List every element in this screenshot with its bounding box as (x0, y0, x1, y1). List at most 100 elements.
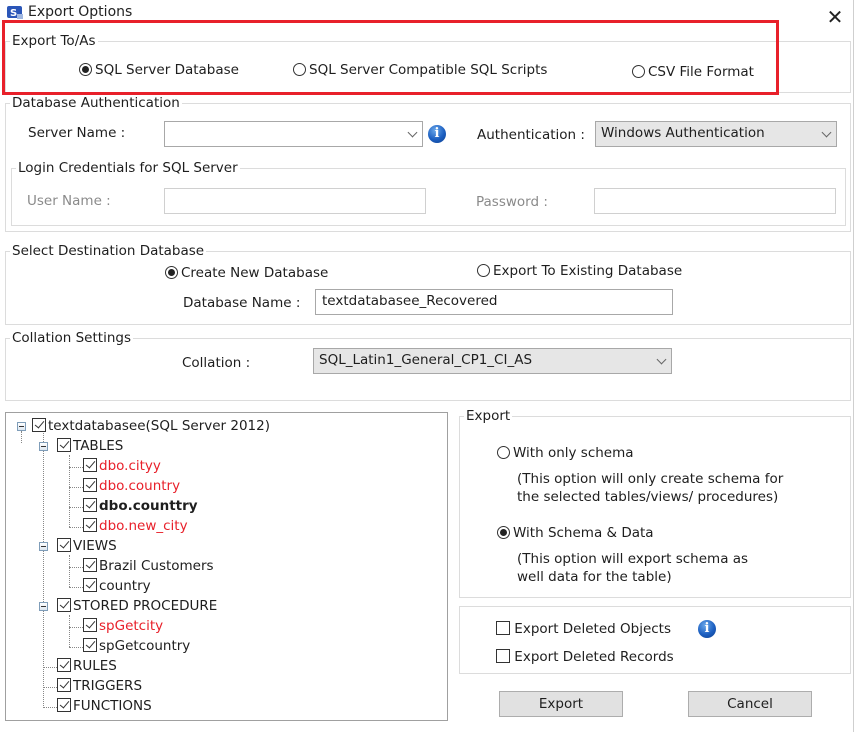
tree-node-label: dbo.cityy (99, 458, 161, 474)
radio-indicator[interactable] (477, 264, 490, 277)
radio-export-existing-database[interactable]: Export To Existing Database (477, 263, 682, 279)
checkbox[interactable] (83, 638, 97, 652)
info-icon[interactable]: i (698, 620, 716, 638)
radio-label: Export To Existing Database (493, 263, 683, 279)
radio-sql-scripts[interactable]: SQL Server Compatible SQL Scripts (293, 62, 547, 78)
tree-node-label: spGetcity (99, 618, 164, 634)
tree-item[interactable]: dbo.country (83, 477, 180, 495)
info-icon[interactable]: i (428, 125, 446, 143)
radio-only-schema[interactable]: With only schema (497, 445, 634, 461)
tree-node-label: dbo.country (99, 478, 181, 494)
tree-item[interactable]: Brazil Customers (83, 557, 214, 575)
checkbox[interactable] (57, 438, 71, 452)
export-deleted-objects-checkbox[interactable]: Export Deleted Objects (496, 621, 671, 637)
tree-group-triggers[interactable]: TRIGGERS (57, 677, 142, 695)
tree-node-label: country (99, 578, 151, 594)
tree-root[interactable]: textdatabasee(SQL Server 2012) (32, 417, 270, 435)
checkbox[interactable] (83, 498, 97, 512)
collation-legend: Collation Settings (12, 330, 131, 346)
tree-group-stored-procedure[interactable]: STORED PROCEDURE (57, 597, 217, 615)
checkbox[interactable] (83, 558, 97, 572)
tree-connector (69, 615, 70, 647)
close-button[interactable]: ✕ (822, 4, 848, 30)
tree-node-label: RULES (73, 658, 117, 674)
chevron-down-icon (656, 354, 667, 365)
authentication-value: Windows Authentication (601, 125, 765, 141)
checkbox[interactable] (496, 621, 510, 635)
radio-indicator[interactable] (632, 65, 645, 78)
radio-indicator[interactable] (165, 266, 178, 279)
radio-indicator[interactable] (79, 63, 92, 76)
checkbox[interactable] (83, 478, 97, 492)
destination-legend: Select Destination Database (12, 243, 205, 259)
server-name-combo[interactable] (164, 121, 423, 147)
radio-sql-server-database[interactable]: SQL Server Database (79, 62, 239, 78)
checkbox[interactable] (57, 698, 71, 712)
radio-schema-and-data[interactable]: With Schema & Data (497, 525, 654, 541)
tree-item[interactable]: country (83, 577, 151, 595)
checkbox[interactable] (83, 578, 97, 592)
radio-indicator[interactable] (293, 63, 306, 76)
tree-node-label: STORED PROCEDURE (73, 598, 218, 614)
tree-group-tables[interactable]: TABLES (57, 437, 123, 455)
checkbox[interactable] (83, 518, 97, 532)
database-name-input[interactable]: textdatabasee_Recovered (315, 289, 673, 315)
checkbox[interactable] (83, 458, 97, 472)
checkbox-label: Export Deleted Objects (514, 621, 671, 637)
radio-label: With only schema (513, 445, 634, 461)
tree-connector (69, 467, 83, 468)
radio-csv[interactable]: CSV File Format (632, 64, 754, 80)
authentication-select[interactable]: Windows Authentication (595, 121, 837, 147)
password-input[interactable] (594, 188, 836, 214)
tree-group-rules[interactable]: RULES (57, 657, 117, 675)
checkbox[interactable] (496, 649, 510, 663)
radio-indicator[interactable] (497, 526, 510, 539)
export-button[interactable]: Export (499, 691, 623, 717)
tree-connector (69, 627, 83, 628)
tree-item[interactable]: spGetcountry (83, 637, 190, 655)
tree-connector (69, 507, 83, 508)
tree-node-label: VIEWS (73, 538, 117, 554)
collapse-icon[interactable] (17, 422, 26, 431)
checkbox[interactable] (57, 658, 71, 672)
authentication-label: Authentication : (477, 127, 585, 143)
radio-label: Create New Database (181, 265, 329, 281)
close-icon: ✕ (826, 5, 844, 29)
tree-connector (43, 667, 57, 668)
cancel-button[interactable]: Cancel (688, 691, 812, 717)
radio-label: With Schema & Data (513, 525, 654, 541)
collapse-icon[interactable] (39, 602, 48, 611)
checkbox[interactable] (32, 418, 46, 432)
server-name-label: Server Name : (28, 125, 126, 141)
description-line: (This option will only create schema for (517, 471, 784, 487)
tree-connector (43, 687, 57, 688)
svg-text:S: S (10, 8, 17, 19)
radio-create-new-database[interactable]: Create New Database (165, 265, 328, 281)
tree-node-label: spGetcountry (99, 638, 191, 654)
checkbox[interactable] (57, 598, 71, 612)
checkbox[interactable] (57, 538, 71, 552)
tree-item[interactable]: dbo.new_city (83, 517, 188, 535)
only-schema-description: (This option will only create schema for… (517, 470, 783, 506)
tree-item[interactable]: dbo.cityy (83, 457, 161, 475)
tree-node-label: Brazil Customers (99, 558, 214, 574)
tree-connector (43, 707, 57, 708)
checkbox[interactable] (83, 618, 97, 632)
radio-indicator[interactable] (497, 446, 510, 459)
checkbox[interactable] (57, 678, 71, 692)
description-line: well data for the table) (517, 569, 672, 585)
collation-select[interactable]: SQL_Latin1_General_CP1_CI_AS (313, 348, 672, 374)
checkbox-label: Export Deleted Records (514, 649, 674, 665)
tree-connector (69, 527, 83, 528)
tree-group-views[interactable]: VIEWS (57, 537, 117, 555)
tree-item[interactable]: spGetcity (83, 617, 163, 635)
tree-group-functions[interactable]: FUNCTIONS (57, 697, 152, 715)
username-input[interactable] (164, 188, 426, 214)
export-deleted-records-checkbox[interactable]: Export Deleted Records (496, 649, 674, 665)
tree-item[interactable]: dbo.counttry (83, 497, 198, 515)
object-tree[interactable]: textdatabasee(SQL Server 2012) TABLES db… (5, 412, 448, 721)
window-edge (853, 0, 854, 732)
collapse-icon[interactable] (39, 542, 48, 551)
tree-connector (69, 647, 83, 648)
collapse-icon[interactable] (39, 442, 48, 451)
